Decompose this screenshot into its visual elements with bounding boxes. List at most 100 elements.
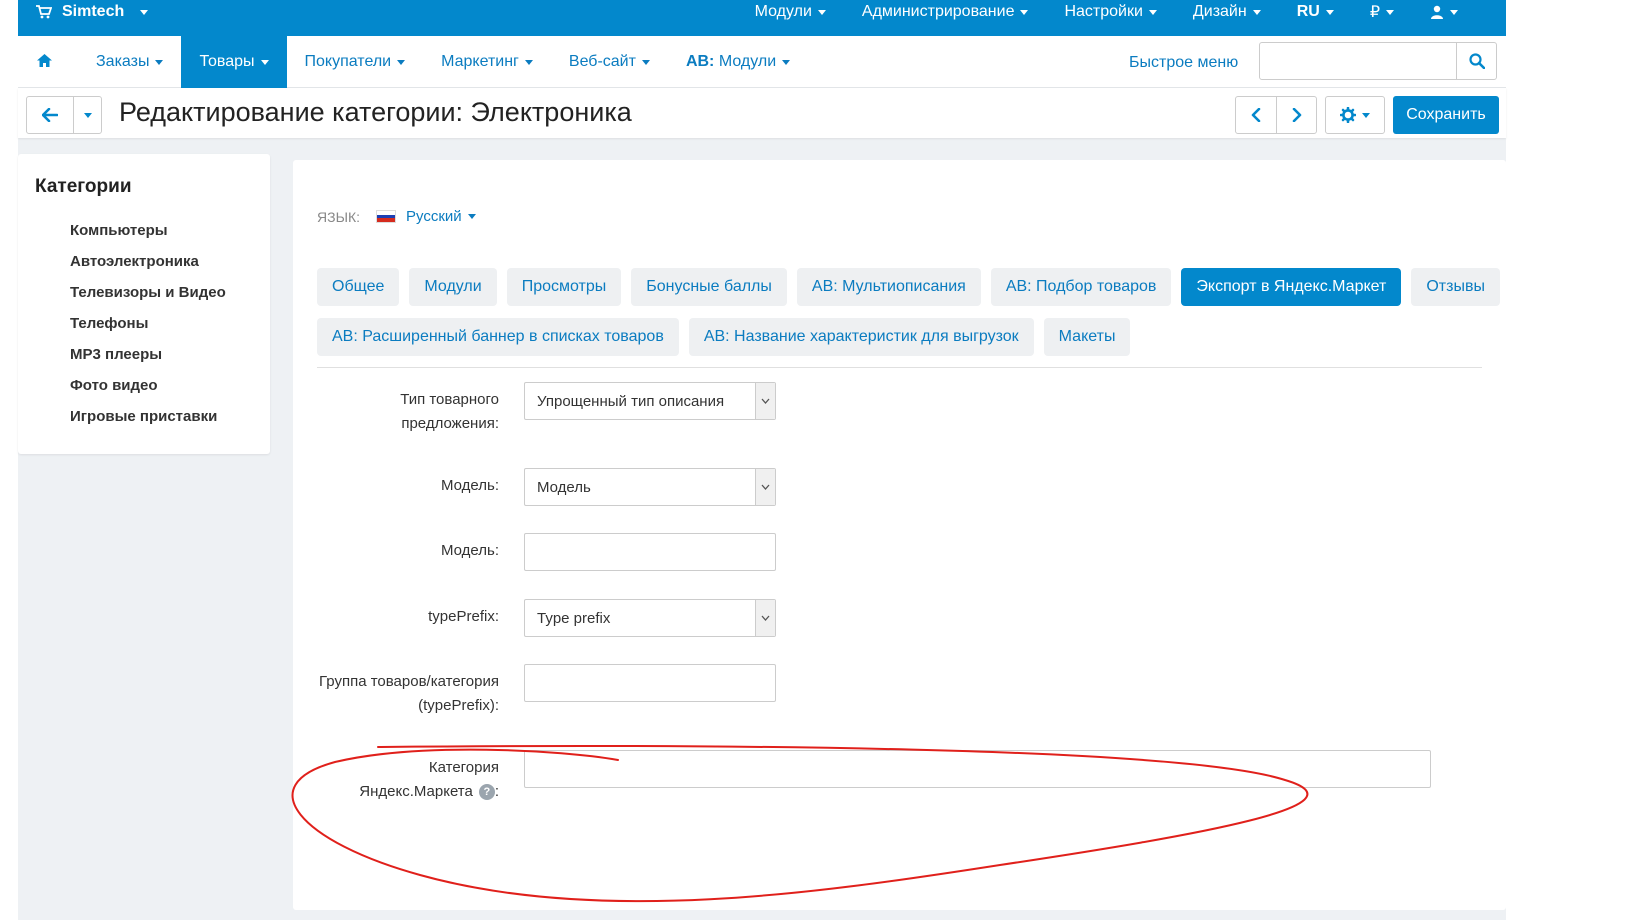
sidebar-item-photo-video[interactable]: Фото видео [70,377,226,408]
nav-label: Товары [199,53,255,70]
nav-label: Заказы [96,53,150,70]
tab-layouts[interactable]: Макеты [1043,318,1131,356]
quick-menu-link[interactable]: Быстрое меню [1129,54,1238,72]
save-button[interactable]: Сохранить [1393,96,1499,134]
russia-flag-icon [376,210,397,223]
store-name: Simtech [62,3,125,20]
chevron-down-icon [761,398,770,404]
market-category-input[interactable] [524,750,1431,788]
type-prefix-label: typePrefix: [428,608,499,625]
help-icon[interactable]: ? [478,784,495,801]
top-menu-label: Модули [754,3,812,20]
top-menu-administration[interactable]: Администрирование [844,0,1047,24]
model-select[interactable]: Модель [524,468,776,506]
offer-type-label: Тип товарного предложения: [400,388,499,436]
top-menu-label: Администрирование [861,3,1015,20]
language-label: ЯЗЫК: [317,208,361,225]
top-menu-modules[interactable]: Модули [737,0,844,24]
back-button-group [26,96,102,134]
market-category-label: Категория Яндекс.Маркета?: [359,756,499,804]
user-icon [1431,5,1443,19]
sidebar-item-mp3[interactable]: MP3 плееры [70,346,226,377]
settings-dropdown-button[interactable] [1325,96,1385,134]
user-menu[interactable] [1412,0,1476,24]
search-input[interactable] [1259,42,1497,80]
tab-general[interactable]: Общее [317,268,400,306]
prev-category-button[interactable] [1236,97,1276,133]
model-select-label: Модель: [440,477,499,494]
label-colon: : [494,783,499,800]
sidebar-item-computers[interactable]: Компьютеры [70,222,226,253]
label-line: Группа товаров/категория [319,673,499,690]
currency-switcher[interactable]: ₽ [1352,0,1412,24]
home-button[interactable] [36,53,53,73]
tab-views[interactable]: Просмотры [506,268,622,306]
chevron-down-icon [1450,9,1458,15]
back-button[interactable] [27,97,73,133]
sidebar-item-phones[interactable]: Телефоны [70,315,226,346]
nav-label: Веб-сайт [568,53,636,70]
nav-products[interactable]: Товары [181,36,287,88]
label-line: предложения: [401,415,499,432]
offer-type-select[interactable]: Упрощенный тип описания [524,382,776,420]
chevron-left-icon [1251,108,1261,122]
nav-label: Модули [714,53,777,70]
tab-ab-feature-names[interactable]: AB: Название характеристик для выгрузок [688,318,1034,356]
tab-addons[interactable]: Модули [409,268,497,306]
sidebar-item-tv-video[interactable]: Телевизоры и Видео [70,284,226,315]
sidebar-item-consoles[interactable]: Игровые приставки [70,408,226,439]
label-line: Категория [428,759,499,776]
top-menu-label: ₽ [1369,4,1380,21]
select-value: Type prefix [537,609,611,627]
history-dropdown-button[interactable] [73,97,101,133]
nav-marketing[interactable]: Маркетинг [423,36,551,88]
top-menu-settings[interactable]: Настройки [1046,0,1174,24]
chevron-down-icon [782,59,791,65]
chevron-down-icon [641,59,650,65]
tab-ab-extended-banner[interactable]: AB: Расширенный баннер в списках товаров [317,318,679,356]
store-switcher[interactable]: Simtech [36,0,149,24]
sidebar-title: Категории [35,176,132,197]
title-bar: Редактирование категории: Электроника Со… [18,88,1506,138]
select-value: Модель [537,478,591,496]
next-category-button[interactable] [1276,97,1316,133]
search-button[interactable] [1456,43,1496,79]
tab-yandex-market-export[interactable]: Экспорт в Яндекс.Маркет [1181,268,1402,306]
language-dropdown[interactable]: Русский [406,208,462,225]
chevron-down-icon [467,214,476,219]
tab-bar: Общее Модули Просмотры Бонусные баллы AB… [317,268,1500,368]
category-editor: ЯЗЫК: Русский Общее Модули Просмотры Бон… [293,160,1506,910]
categories-sidebar: Категории Компьютеры Автоэлектроника Тел… [18,154,270,454]
chevron-down-icon [524,59,533,65]
chevron-down-icon [140,9,149,15]
chevron-right-icon [1292,108,1301,122]
type-prefix-select[interactable]: Type prefix [524,599,776,637]
search-icon [1468,53,1485,69]
nav-customers[interactable]: Покупатели [287,36,424,88]
chevron-down-icon [1386,9,1394,15]
tab-ab-product-selection[interactable]: AB: Подбор товаров [990,268,1172,306]
cart-icon [36,5,52,19]
tab-reviews[interactable]: Отзывы [1411,268,1500,306]
language-switcher[interactable]: RU [1279,0,1352,24]
top-menu-design[interactable]: Дизайн [1175,0,1279,24]
tab-bonus-points[interactable]: Бонусные баллы [631,268,787,306]
admin-panel: Simtech Модули Администрирование Настрой… [18,0,1506,920]
tab-ab-multidescriptions[interactable]: AB: Мультиописания [796,268,981,306]
label-line: (typePrefix): [418,697,499,714]
chevron-down-icon [1252,9,1261,15]
nav-website[interactable]: Веб-сайт [551,36,668,88]
nav-orders[interactable]: Заказы [78,36,181,88]
divider [317,367,1482,368]
model-input[interactable] [524,533,776,571]
chevron-down-icon [1148,9,1157,15]
chevron-down-icon [397,59,406,65]
nav-label: Маркетинг [441,53,519,70]
language-selector: ЯЗЫК: Русский [317,208,476,225]
chevron-down-icon [155,59,164,65]
sidebar-item-car-electronics[interactable]: Автоэлектроника [70,253,226,284]
group-input[interactable] [524,664,776,702]
nav-ab-modules[interactable]: AB: Модули [668,36,808,88]
top-menu: Модули Администрирование Настройки Дизай… [737,0,1476,24]
prev-next-group [1235,96,1317,134]
